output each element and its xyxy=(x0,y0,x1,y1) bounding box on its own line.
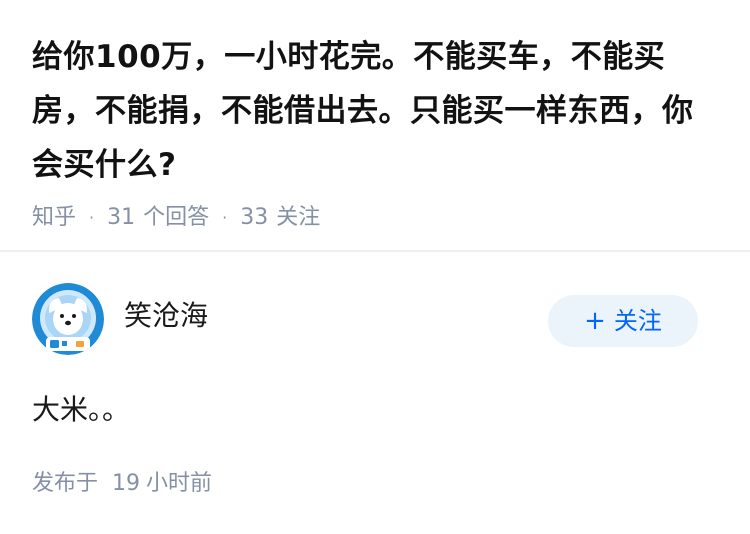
meta-separator: · xyxy=(222,208,228,227)
answers-label[interactable]: 个回答 xyxy=(143,204,209,232)
question-title[interactable]: 给你100万，一小时花完。不能买车，不能买房，不能捐，不能借出去。只能买一样东西… xyxy=(32,30,722,192)
followers-count: 33 xyxy=(240,205,269,230)
follow-button[interactable]: + 关注 xyxy=(548,295,698,347)
followers-label[interactable]: 关注 xyxy=(276,204,320,232)
question-header: 给你100万，一小时花完。不能买车，不能买房，不能捐，不能借出去。只能买一样东西… xyxy=(32,30,722,232)
author-avatar[interactable] xyxy=(32,283,104,355)
zhihu-question-page: 给你100万，一小时花完。不能买车，不能买房，不能捐，不能借出去。只能买一样东西… xyxy=(0,0,750,534)
published-suffix: 小时前 xyxy=(146,471,213,496)
answer-content[interactable]: 大米。。 xyxy=(32,390,130,430)
published-value: 19 xyxy=(112,471,141,496)
source-label[interactable]: 知乎 xyxy=(32,204,76,232)
follow-button-label: 关注 xyxy=(613,307,662,335)
answers-count: 31 xyxy=(107,205,136,230)
meta-separator: · xyxy=(89,208,95,227)
answer-card: 笑沧海 + 关注 大米。。 发布于 19 小时前 xyxy=(0,252,750,534)
author-name[interactable]: 笑沧海 xyxy=(124,298,208,334)
dog-astronaut-avatar-icon xyxy=(32,283,104,355)
answer-timestamp: 发布于 19 小时前 xyxy=(32,470,212,498)
question-meta: 知乎 · 31 个回答 · 33 关注 xyxy=(32,204,722,232)
plus-icon: + xyxy=(584,306,606,336)
published-prefix: 发布于 xyxy=(32,471,99,496)
